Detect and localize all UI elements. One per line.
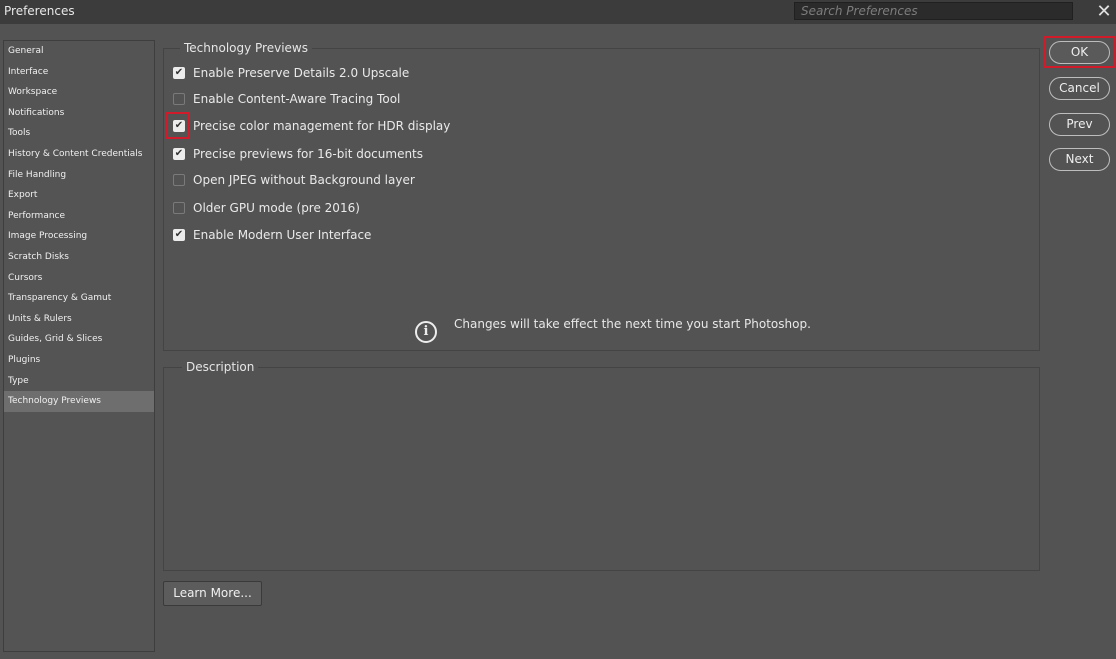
title-bar: Preferences Search Preferences ✕ <box>0 0 1116 24</box>
sidebar-item-guides-grid-slices[interactable]: Guides, Grid & Slices <box>4 329 154 350</box>
option-label: Open JPEG without Background layer <box>193 173 415 187</box>
sidebar-item-export[interactable]: Export <box>4 185 154 206</box>
next-button[interactable]: Next <box>1049 148 1110 171</box>
option-preserve-details-upscale[interactable]: ✔ Enable Preserve Details 2.0 Upscale <box>173 64 409 82</box>
option-label: Precise previews for 16-bit documents <box>193 147 424 161</box>
close-icon[interactable]: ✕ <box>1094 1 1114 23</box>
checkbox-unchecked[interactable] <box>173 174 185 186</box>
option-label: Enable Content-Aware Tracing Tool <box>193 92 401 106</box>
option-content-aware-tracing[interactable]: Enable Content-Aware Tracing Tool <box>173 90 400 108</box>
checkbox-checked[interactable]: ✔ <box>173 229 185 241</box>
highlight-frame-ok-button <box>1044 36 1115 68</box>
option-label: Enable Preserve Details 2.0 Upscale <box>193 66 410 80</box>
option-label: Enable Modern User Interface <box>193 228 372 242</box>
sidebar-item-units-rulers[interactable]: Units & Rulers <box>4 309 154 330</box>
sidebar-item-file-handling[interactable]: File Handling <box>4 165 154 186</box>
sidebar-item-workspace[interactable]: Workspace <box>4 82 154 103</box>
sidebar-item-technology-previews[interactable]: Technology Previews <box>4 391 154 412</box>
option-16bit-previews[interactable]: ✔ Precise previews for 16-bit documents <box>173 145 423 163</box>
option-modern-user-interface[interactable]: ✔ Enable Modern User Interface <box>173 226 371 244</box>
sidebar-item-interface[interactable]: Interface <box>4 62 154 83</box>
checkbox-checked[interactable]: ✔ <box>173 67 185 79</box>
sidebar-item-history-content-credentials[interactable]: History & Content Credentials <box>4 144 154 165</box>
option-label: Precise color management for HDR display <box>193 119 451 133</box>
checkbox-unchecked[interactable] <box>173 93 185 105</box>
sidebar-item-tools[interactable]: Tools <box>4 123 154 144</box>
sidebar-item-transparency-gamut[interactable]: Transparency & Gamut <box>4 288 154 309</box>
highlight-frame-hdr-checkbox <box>165 112 190 139</box>
info-icon: i <box>415 321 437 343</box>
sidebar-item-plugins[interactable]: Plugins <box>4 350 154 371</box>
description-group: Description <box>163 360 1040 571</box>
option-jpeg-without-background[interactable]: Open JPEG without Background layer <box>173 171 415 189</box>
sidebar-item-notifications[interactable]: Notifications <box>4 103 154 124</box>
preferences-sidebar: General Interface Workspace Notification… <box>3 40 155 652</box>
sidebar-item-general[interactable]: General <box>4 41 154 62</box>
sidebar-item-performance[interactable]: Performance <box>4 206 154 227</box>
learn-more-button[interactable]: Learn More... <box>163 581 262 606</box>
restart-notice: Changes will take effect the next time y… <box>454 317 811 331</box>
option-hdr-color-management[interactable]: ✔ Precise color management for HDR displ… <box>173 117 450 135</box>
sidebar-item-image-processing[interactable]: Image Processing <box>4 226 154 247</box>
option-label: Older GPU mode (pre 2016) <box>193 201 360 215</box>
sidebar-item-scratch-disks[interactable]: Scratch Disks <box>4 247 154 268</box>
sidebar-item-cursors[interactable]: Cursors <box>4 268 154 289</box>
group-legend: Description <box>182 360 259 375</box>
prev-button[interactable]: Prev <box>1049 113 1110 136</box>
technology-previews-group: Technology Previews ✔ Enable Preserve De… <box>163 41 1040 351</box>
sidebar-item-type[interactable]: Type <box>4 371 154 392</box>
window-title: Preferences <box>4 4 75 18</box>
cancel-button[interactable]: Cancel <box>1049 77 1110 100</box>
option-older-gpu-mode[interactable]: Older GPU mode (pre 2016) <box>173 199 360 217</box>
group-legend: Technology Previews <box>180 41 312 56</box>
checkbox-checked[interactable]: ✔ <box>173 148 185 160</box>
search-input[interactable]: Search Preferences <box>794 2 1073 20</box>
checkbox-unchecked[interactable] <box>173 202 185 214</box>
